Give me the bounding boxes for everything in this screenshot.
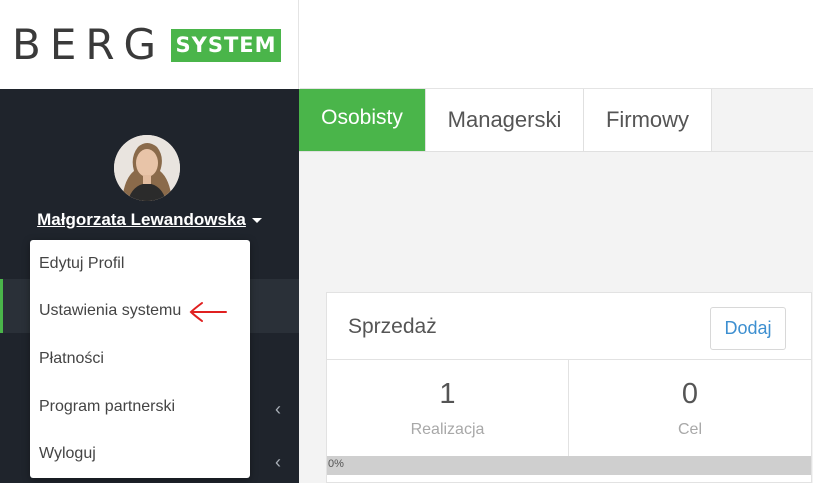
- tab-osobisty[interactable]: Osobisty: [299, 89, 426, 151]
- chevron-left-icon[interactable]: ‹: [275, 400, 281, 418]
- chevron-left-icon[interactable]: ‹: [275, 453, 281, 471]
- stat-label: Cel: [677, 421, 702, 438]
- menu-item-logout[interactable]: Wyloguj: [39, 444, 96, 464]
- user-menu: Edytuj Profil Ustawienia systemu Płatnoś…: [30, 240, 250, 478]
- menu-item-system-settings[interactable]: Ustawienia systemu: [39, 301, 181, 321]
- user-name: Małgorzata Lewandowska: [37, 210, 246, 229]
- top-bar: [300, 0, 813, 89]
- menu-item-partner-program[interactable]: Program partnerski: [39, 397, 175, 417]
- stat-label: Realizacja: [410, 421, 485, 438]
- avatar[interactable]: [114, 135, 180, 201]
- logo-area[interactable]: BERG SYSTEM: [0, 0, 299, 89]
- progress-text: 0%: [328, 458, 344, 470]
- add-button[interactable]: Dodaj: [710, 307, 786, 350]
- tab-firmowy[interactable]: Firmowy: [584, 89, 712, 151]
- stat-realizacja: 1 Realizacja: [327, 360, 569, 456]
- avatar-image: [114, 135, 180, 201]
- menu-item-payments[interactable]: Płatności: [39, 349, 104, 369]
- logo-badge: SYSTEM: [171, 29, 281, 62]
- progress-bar: 0%: [327, 456, 811, 475]
- menu-item-edit-profile[interactable]: Edytuj Profil: [39, 254, 124, 274]
- stat-value: 1: [439, 378, 456, 410]
- arrow-left-icon: [189, 302, 227, 322]
- stat-value: 0: [681, 378, 699, 410]
- card-title: Sprzedaż: [348, 315, 437, 338]
- stat-cel: 0 Cel: [569, 360, 811, 456]
- tab-managerski[interactable]: Managerski: [426, 89, 584, 151]
- logo-wordmark: BERG: [12, 20, 166, 69]
- sales-card: Sprzedaż Dodaj 1 Realizacja 0 Cel 0%: [326, 292, 812, 483]
- user-name-toggle[interactable]: Małgorzata Lewandowska: [0, 210, 299, 230]
- chevron-down-icon: [251, 218, 262, 224]
